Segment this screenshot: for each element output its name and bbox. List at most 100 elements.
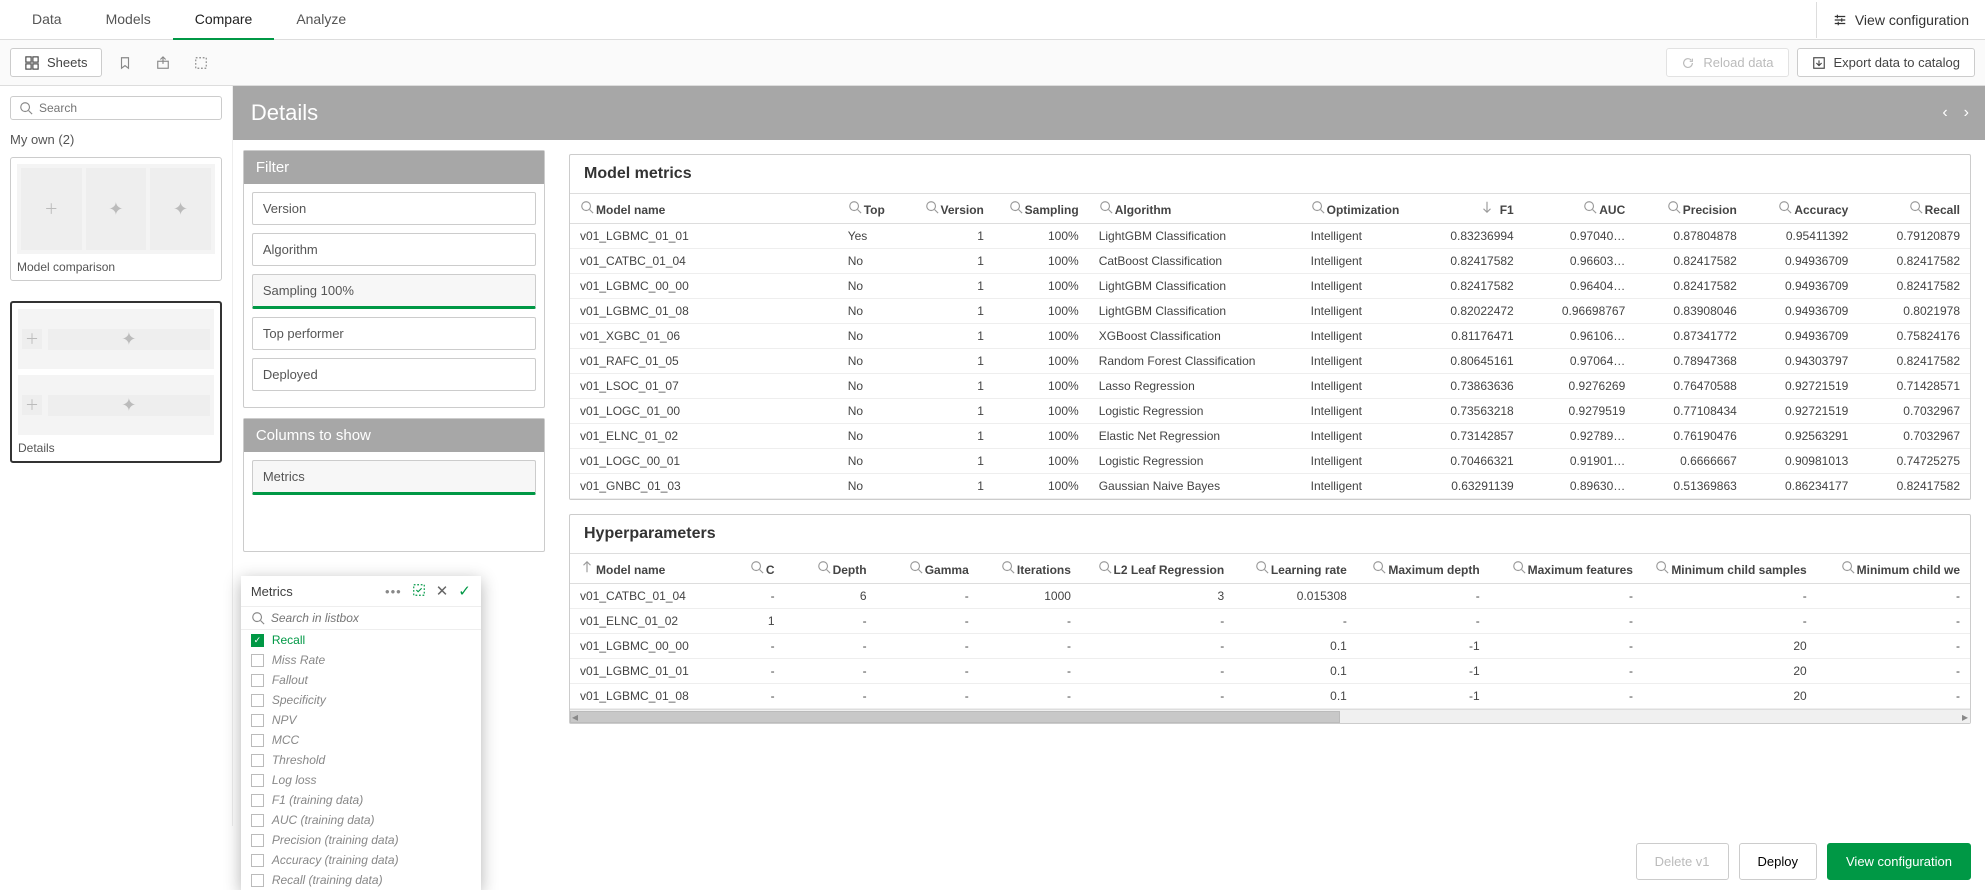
table-row[interactable]: v01_CATBC_01_04No1100%CatBoost Classific… xyxy=(570,249,1970,274)
popup-item[interactable]: AUC (training data) xyxy=(241,810,481,830)
popup-item[interactable]: Threshold xyxy=(241,750,481,770)
filter-algorithm[interactable]: Algorithm xyxy=(252,233,536,266)
table-row[interactable]: v01_RAFC_01_05No1100%Random Forest Class… xyxy=(570,349,1970,374)
delete-button[interactable]: Delete v1 xyxy=(1636,843,1729,880)
popup-item[interactable]: Recall (training data) xyxy=(241,870,481,890)
sidebar-search[interactable] xyxy=(10,96,222,120)
column-header[interactable]: Top xyxy=(838,194,911,224)
sheets-label: Sheets xyxy=(47,55,87,70)
tab-analyze[interactable]: Analyze xyxy=(274,0,368,40)
table-row[interactable]: v01_CATBC_01_04-6-100030.015308---- xyxy=(570,584,1970,609)
more-icon[interactable]: ••• xyxy=(385,584,402,599)
column-header[interactable]: Learning rate xyxy=(1234,554,1357,584)
column-header[interactable]: Minimum child we xyxy=(1817,554,1970,584)
popup-item[interactable]: Fallout xyxy=(241,670,481,690)
table-row[interactable]: v01_ELNC_01_02No1100%Elastic Net Regress… xyxy=(570,424,1970,449)
filter-panel: Filter Version Algorithm Sampling 100% T… xyxy=(243,150,545,408)
column-header[interactable]: Algorithm xyxy=(1089,194,1301,224)
column-header[interactable]: Depth xyxy=(785,554,877,584)
export-label: Export data to catalog xyxy=(1834,55,1960,70)
selection-tool-icon[interactable] xyxy=(186,48,216,78)
close-icon[interactable]: ✕ xyxy=(436,582,449,600)
scrollbar-thumb[interactable] xyxy=(570,711,1340,723)
center-column: Details Filter Version Algorithm Samplin… xyxy=(233,86,555,826)
column-header[interactable]: Gamma xyxy=(877,554,979,584)
checkbox-icon xyxy=(251,774,264,787)
card-details[interactable]: ＋ ✦ ＋ ✦ Details xyxy=(10,301,222,463)
column-header[interactable]: F1 xyxy=(1412,194,1524,224)
confirm-icon[interactable]: ✓ xyxy=(458,582,471,600)
popup-item[interactable]: Log loss xyxy=(241,770,481,790)
column-header[interactable]: C xyxy=(703,554,785,584)
view-configuration-top[interactable]: View configuration xyxy=(1816,2,1985,38)
tab-models[interactable]: Models xyxy=(84,0,173,40)
columns-metrics[interactable]: Metrics xyxy=(252,460,536,495)
popup-search-input[interactable] xyxy=(271,611,471,625)
table-row[interactable]: v01_LGBMC_01_08-----0.1-1-20- xyxy=(570,684,1970,709)
column-header[interactable]: Model name xyxy=(570,554,703,584)
popup-item[interactable]: Precision (training data) xyxy=(241,830,481,850)
popup-item[interactable]: NPV xyxy=(241,710,481,730)
horizontal-scrollbar[interactable]: ◂ ▸ xyxy=(570,709,1970,723)
column-header[interactable]: AUC xyxy=(1524,194,1636,224)
filter-deployed[interactable]: Deployed xyxy=(252,358,536,391)
table-row[interactable]: v01_ELNC_01_021--------- xyxy=(570,609,1970,634)
search-input[interactable] xyxy=(39,101,213,115)
column-header[interactable]: Sampling xyxy=(994,194,1089,224)
table-row[interactable]: v01_LGBMC_01_01Yes1100%LightGBM Classifi… xyxy=(570,224,1970,249)
column-header[interactable]: Version xyxy=(910,194,994,224)
checkbox-icon xyxy=(251,854,264,867)
view-configuration-button[interactable]: View configuration xyxy=(1827,843,1971,880)
plus-icon: ＋ xyxy=(25,395,39,415)
right-content: ‹ › Model metrics Model nameTopVersionSa… xyxy=(555,86,1985,826)
popup-item[interactable]: MCC xyxy=(241,730,481,750)
table-row[interactable]: v01_LGBMC_00_00No1100%LightGBM Classific… xyxy=(570,274,1970,299)
column-header[interactable]: Maximum depth xyxy=(1357,554,1490,584)
column-header[interactable]: Minimum child samples xyxy=(1643,554,1817,584)
hyperparameters-section: Hyperparameters Model nameCDepthGammaIte… xyxy=(569,514,1971,724)
popup-item[interactable]: F1 (training data) xyxy=(241,790,481,810)
next-sheet-icon[interactable]: › xyxy=(1960,100,1973,126)
column-header[interactable]: Model name xyxy=(570,194,838,224)
export-data-button[interactable]: Export data to catalog xyxy=(1797,48,1975,77)
table-row[interactable]: v01_LGBMC_01_01-----0.1-1-20- xyxy=(570,659,1970,684)
plus-icon: ＋ xyxy=(44,199,58,219)
table-row[interactable]: v01_LOGC_01_00No1100%Logistic Regression… xyxy=(570,399,1970,424)
puzzle-icon: ✦ xyxy=(121,329,136,350)
prev-sheet-icon[interactable]: ‹ xyxy=(1938,100,1951,126)
column-header[interactable]: Accuracy xyxy=(1747,194,1859,224)
column-header[interactable]: Iterations xyxy=(979,554,1081,584)
bookmark-icon[interactable] xyxy=(110,48,140,78)
popup-item[interactable]: Miss Rate xyxy=(241,650,481,670)
table-row[interactable]: v01_LGBMC_00_00-----0.1-1-20- xyxy=(570,634,1970,659)
card-model-comparison[interactable]: ＋ ✦ ✦ Model comparison xyxy=(10,157,222,281)
filter-top-performer[interactable]: Top performer xyxy=(252,317,536,350)
columns-panel-title: Columns to show xyxy=(244,419,544,452)
column-header[interactable]: Maximum features xyxy=(1490,554,1643,584)
deploy-button[interactable]: Deploy xyxy=(1739,843,1817,880)
popup-item-label: Log loss xyxy=(272,773,317,787)
column-header[interactable]: Optimization xyxy=(1301,194,1413,224)
table-row[interactable]: v01_XGBC_01_06No1100%XGBoost Classificat… xyxy=(570,324,1970,349)
share-icon[interactable] xyxy=(148,48,178,78)
sheets-button[interactable]: Sheets xyxy=(10,48,102,77)
column-header[interactable]: Recall xyxy=(1858,194,1970,224)
reload-data-button[interactable]: Reload data xyxy=(1666,48,1788,77)
popup-list[interactable]: ✓RecallMiss RateFalloutSpecificityNPVMCC… xyxy=(241,630,481,890)
table-row[interactable]: v01_LGBMC_01_08No1100%LightGBM Classific… xyxy=(570,299,1970,324)
table-row[interactable]: v01_GNBC_01_03No1100%Gaussian Naive Baye… xyxy=(570,474,1970,499)
tab-data[interactable]: Data xyxy=(10,0,84,40)
filter-version[interactable]: Version xyxy=(252,192,536,225)
column-header[interactable]: L2 Leaf Regression xyxy=(1081,554,1234,584)
column-header[interactable]: Precision xyxy=(1635,194,1747,224)
table-row[interactable]: v01_LOGC_00_01No1100%Logistic Regression… xyxy=(570,449,1970,474)
hyperparameters-title: Hyperparameters xyxy=(570,515,1970,553)
filter-sampling[interactable]: Sampling 100% xyxy=(252,274,536,309)
popup-item[interactable]: ✓Recall xyxy=(241,630,481,650)
popup-item[interactable]: Specificity xyxy=(241,690,481,710)
table-row[interactable]: v01_LSOC_01_07No1100%Lasso RegressionInt… xyxy=(570,374,1970,399)
popup-item[interactable]: Accuracy (training data) xyxy=(241,850,481,870)
checkbox-icon xyxy=(251,834,264,847)
select-all-icon[interactable] xyxy=(412,583,426,600)
tab-compare[interactable]: Compare xyxy=(173,0,275,40)
